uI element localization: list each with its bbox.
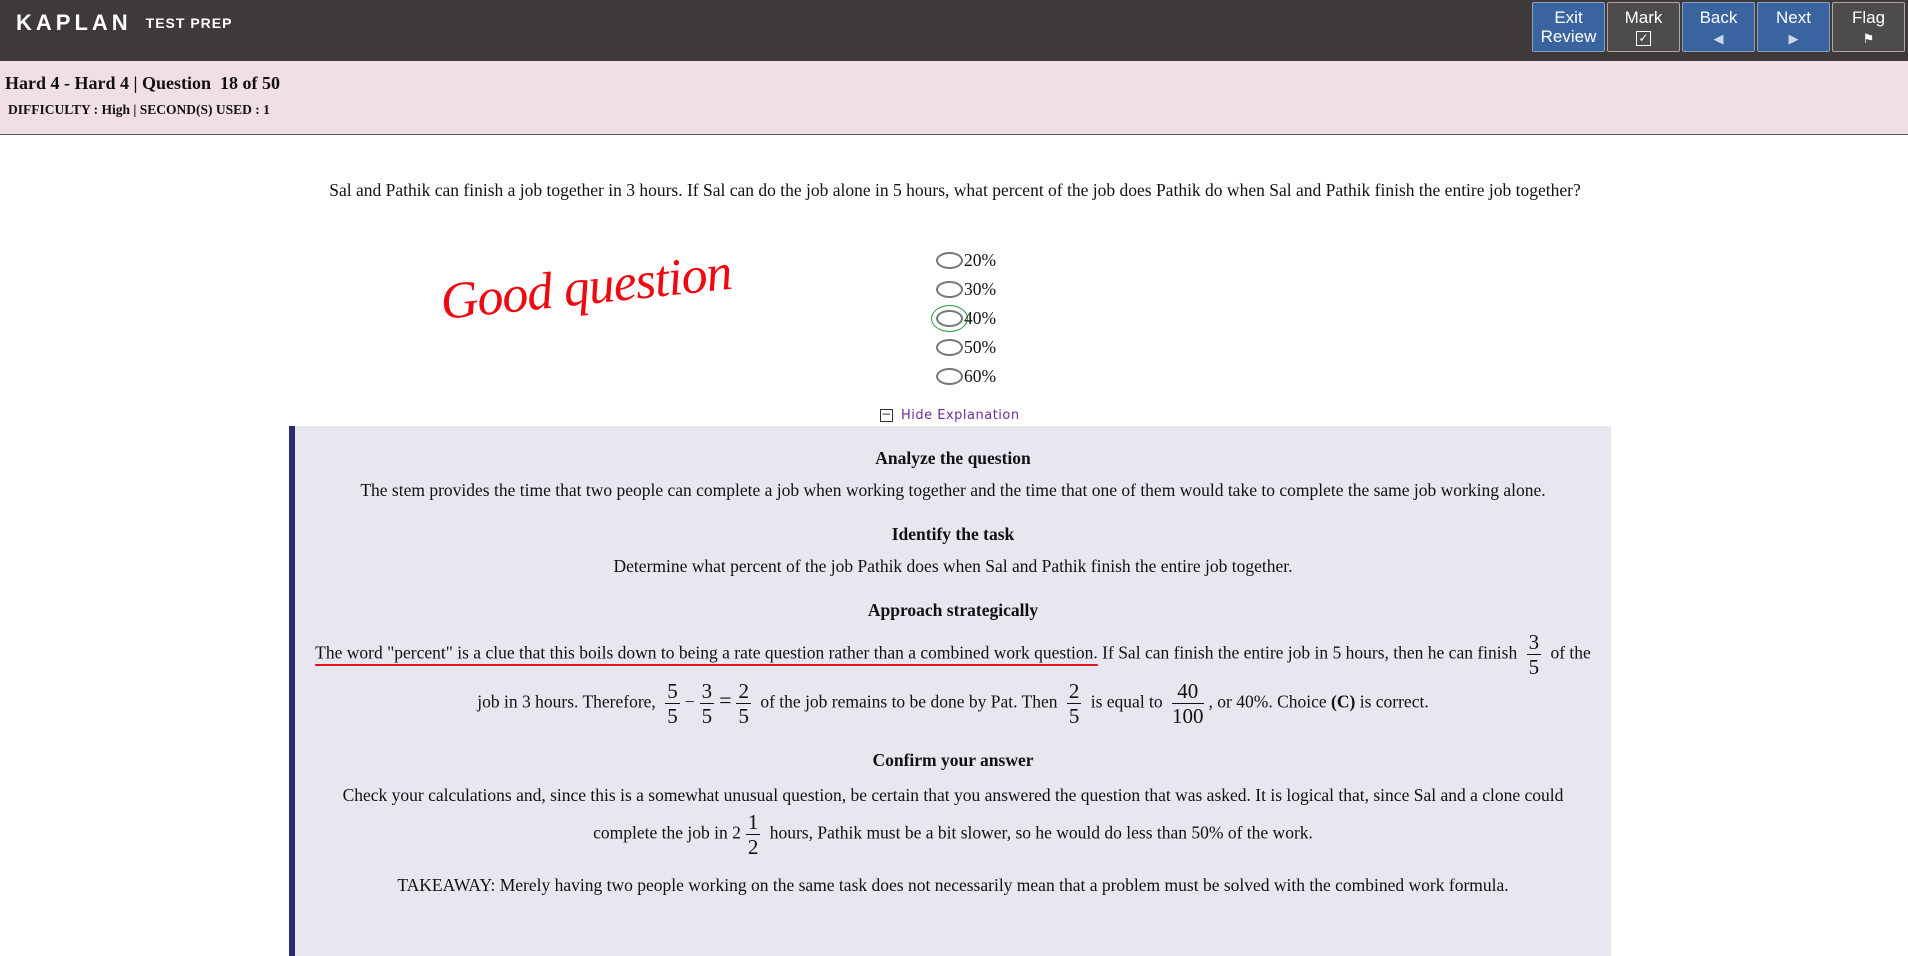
radio-button[interactable] xyxy=(931,305,968,332)
fraction: 25 xyxy=(1066,679,1082,728)
choice-e[interactable]: 60% xyxy=(936,362,996,391)
text: , or 40%. Choice xyxy=(1208,691,1332,712)
text: is correct. xyxy=(1355,691,1429,712)
question-meta: DIFFICULTY : High | SECOND(S) USED : 1 xyxy=(8,102,270,117)
logo-main: KAPLAN xyxy=(16,10,132,35)
btn-label: Flag xyxy=(1851,8,1886,27)
section-text: Check your calculations and, since this … xyxy=(309,780,1597,859)
section-heading: Analyze the question xyxy=(875,448,1031,468)
choice-b[interactable]: 30% xyxy=(936,275,996,304)
handwritten-annotation: Good question xyxy=(437,243,734,332)
takeaway: TAKEAWAY: Merely having two people worki… xyxy=(397,875,1509,895)
btn-label: Next xyxy=(1776,8,1811,27)
exit-review-button[interactable]: Exit Review xyxy=(1532,2,1605,52)
text: is equal to xyxy=(1086,691,1168,712)
text: of the job remains to be done by Pat. Th… xyxy=(755,691,1062,712)
choice-label: 40% xyxy=(964,308,997,328)
kaplan-logo: KAPLAN TEST PREP xyxy=(16,10,232,36)
choice-d[interactable]: 50% xyxy=(936,333,996,362)
explanation-panel: Analyze the question The stem provides t… xyxy=(289,426,1611,956)
section-text: The word "percent" is a clue that this b… xyxy=(309,630,1597,728)
radio-button[interactable] xyxy=(936,281,963,298)
back-button[interactable]: Back ◀ xyxy=(1682,2,1755,52)
section-text: Determine what percent of the job Pathik… xyxy=(613,556,1293,576)
arrow-left-icon: ◀ xyxy=(1713,31,1724,46)
fraction: 35 xyxy=(699,679,715,728)
fraction: 35 xyxy=(1526,630,1542,679)
radio-button[interactable] xyxy=(936,368,963,385)
section-heading: Approach strategically xyxy=(867,600,1039,620)
radio-button[interactable] xyxy=(936,339,963,356)
section-heading: Confirm your answer xyxy=(872,750,1034,770)
fraction: 12 xyxy=(745,810,761,859)
question-info-bar: Hard 4 - Hard 4 | Question 18 of 50 DIFF… xyxy=(0,61,1908,135)
flag-button[interactable]: Flag ⚑ xyxy=(1832,2,1905,52)
btn-label: Mark xyxy=(1624,8,1663,27)
choice-ref: (C) xyxy=(1331,691,1356,712)
radio-button[interactable] xyxy=(936,252,963,269)
fraction: 40 100 xyxy=(1172,679,1204,728)
checkbox-icon: ✓ xyxy=(1636,31,1651,46)
btn-label: Review xyxy=(1540,27,1597,46)
fraction: 55 xyxy=(665,679,680,728)
top-bar: KAPLAN TEST PREP Exit Review Mark ✓ Back ◀ … xyxy=(0,0,1908,61)
choice-a[interactable]: 20% xyxy=(936,246,996,275)
minus: − xyxy=(684,691,695,712)
mark-button[interactable]: Mark ✓ xyxy=(1607,2,1680,52)
choice-label: 50% xyxy=(964,337,997,357)
section-text: The stem provides the time that two peop… xyxy=(360,480,1546,500)
arrow-right-icon: ▶ xyxy=(1788,31,1799,46)
hide-explanation-label: Hide Explanation xyxy=(901,408,1020,423)
underlined-annotation: The word "percent" is a clue that this b… xyxy=(315,642,1098,663)
choice-label: 20% xyxy=(964,250,997,270)
fraction: 25 xyxy=(736,679,751,728)
choice-label: 60% xyxy=(964,366,997,386)
hide-explanation-toggle[interactable]: − Hide Explanation xyxy=(880,408,1020,423)
flag-icon: ⚑ xyxy=(1862,31,1875,46)
btn-label: Back xyxy=(1699,8,1738,27)
choice-c[interactable]: 40% xyxy=(931,304,997,333)
text: hours, Pathik must be a bit slower, so h… xyxy=(765,822,1313,843)
next-button[interactable]: Next ▶ xyxy=(1757,2,1830,52)
equals: = xyxy=(719,687,732,713)
question-title: Hard 4 - Hard 4 | Question 18 of 50 xyxy=(5,73,280,93)
logo-sub: TEST PREP xyxy=(145,15,233,31)
answer-choices: 20% 30% 40% 50% 60% xyxy=(931,246,997,391)
text: If Sal can finish the entire job in 5 ho… xyxy=(1097,642,1522,663)
collapse-icon: − xyxy=(880,407,893,422)
section-heading: Identify the task xyxy=(891,524,1015,544)
btn-label: Exit xyxy=(1554,8,1583,27)
question-stem: Sal and Pathik can finish a job together… xyxy=(329,180,1581,200)
choice-label: 30% xyxy=(964,279,997,299)
